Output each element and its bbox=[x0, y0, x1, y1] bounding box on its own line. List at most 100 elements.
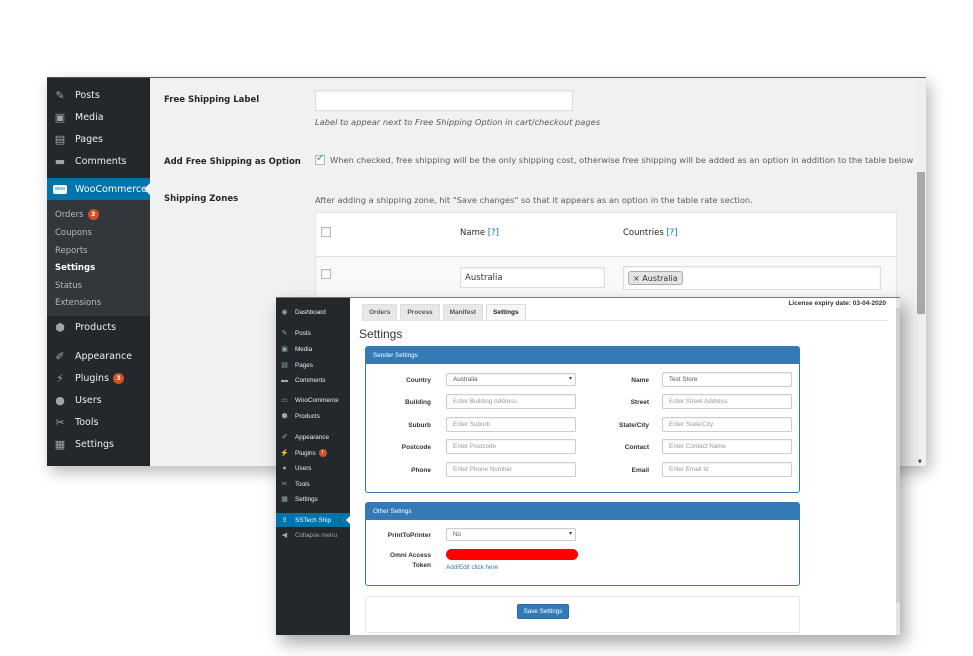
free-shipping-label-input[interactable] bbox=[315, 90, 573, 111]
state-city-input[interactable]: Enter State/City bbox=[662, 417, 792, 432]
sidebar-item-tools[interactable]: ✂ Tools bbox=[276, 477, 350, 491]
sidebar-item-media[interactable]: ▣ Media bbox=[276, 342, 350, 356]
street-input[interactable]: Enter Street Address bbox=[662, 394, 792, 409]
comment-icon: ▬ bbox=[54, 154, 66, 168]
contact-label: Contact bbox=[624, 444, 649, 451]
wrench-icon: ✂ bbox=[55, 415, 65, 429]
add-free-shipping-label: Add Free Shipping as Option bbox=[164, 157, 301, 167]
scrollbar-thumb[interactable] bbox=[917, 172, 925, 314]
print-to-printer-label: PrintToPrinter bbox=[387, 532, 431, 539]
zone-name-input[interactable]: Australia bbox=[460, 267, 605, 288]
chip-remove-icon[interactable]: × bbox=[633, 274, 640, 283]
add-free-shipping-description: When checked, free shipping will be the … bbox=[330, 155, 914, 165]
tab-orders[interactable]: Orders bbox=[362, 304, 398, 320]
email-input[interactable]: Enter Email Id bbox=[662, 462, 792, 477]
box-icon: ⬢ bbox=[55, 320, 65, 334]
sidebar-item-sstech-ship[interactable]: ⇪ SSTech Ship bbox=[276, 513, 350, 527]
building-input[interactable]: Enter Building Address bbox=[446, 394, 576, 409]
sidebar-item-comments[interactable]: ▬ Comments bbox=[276, 373, 350, 387]
plugin-tabs: Orders Process Manifest Settings bbox=[362, 304, 529, 320]
woocommerce-submenu: Orders 3 Coupons Reports Settings Status … bbox=[47, 200, 150, 316]
sidebar-item-pages[interactable]: ▤ Pages bbox=[276, 358, 350, 372]
add-edit-token-link[interactable]: Add/Edit click here bbox=[446, 564, 498, 571]
sidebar-item-appearance[interactable]: ✐ Appearance bbox=[47, 345, 150, 367]
media-icon: ▣ bbox=[281, 346, 288, 353]
woo-icon: woo bbox=[53, 184, 67, 194]
sidebar-item-settings[interactable]: ▦ Settings bbox=[276, 492, 350, 506]
row-checkbox[interactable] bbox=[321, 269, 331, 279]
tab-process[interactable]: Process bbox=[400, 304, 440, 320]
state-city-label: State/City bbox=[619, 422, 649, 429]
pin-icon: ✎ bbox=[281, 330, 288, 337]
sidebar-item-dashboard[interactable]: ◉ Dashboard bbox=[276, 305, 350, 319]
sidebar-item-media[interactable]: ▣ Media bbox=[47, 106, 150, 128]
free-shipping-label-description: Label to appear next to Free Shipping Op… bbox=[315, 117, 601, 127]
phone-label: Phone bbox=[411, 467, 431, 474]
sidebar-item-posts[interactable]: ✎ Posts bbox=[276, 326, 350, 340]
settings-icon: ▦ bbox=[281, 496, 288, 503]
postcode-input[interactable]: Enter Postcode bbox=[446, 439, 576, 454]
sidebar-item-plugins[interactable]: ⚡ Plugins 3 bbox=[47, 367, 150, 389]
sidebar-item-users[interactable]: ● Users bbox=[47, 389, 150, 411]
submenu-status[interactable]: Status bbox=[55, 281, 82, 291]
plug-icon: ⚡ bbox=[280, 450, 289, 457]
user-icon: ● bbox=[55, 393, 65, 407]
sidebar-item-woocommerce[interactable]: woo WooCommerce bbox=[47, 178, 150, 200]
sidebar-item-users[interactable]: ● Users bbox=[276, 461, 350, 475]
omni-access-token-label: Omni Access Token bbox=[390, 552, 431, 569]
other-settings-heading: Other Setings bbox=[366, 503, 799, 520]
suburb-input[interactable]: Enter Suburb bbox=[446, 417, 576, 432]
user-icon: ● bbox=[282, 464, 287, 472]
select-all-checkbox[interactable] bbox=[321, 227, 331, 237]
sidebar-item-plugins[interactable]: ⚡ Plugins! bbox=[276, 446, 350, 460]
sidebar-item-woocommerce[interactable]: ▭ WooCommerce bbox=[276, 393, 350, 407]
scrollbar-thumb[interactable] bbox=[896, 308, 900, 603]
sidebar-item-appearance[interactable]: ✐ Appearance bbox=[276, 430, 350, 444]
media-icon: ▣ bbox=[54, 110, 66, 124]
settings-icon: ▦ bbox=[54, 437, 66, 451]
tab-divider bbox=[362, 320, 888, 321]
submenu-orders[interactable]: Orders 3 bbox=[55, 209, 99, 220]
sidebar-item-tools[interactable]: ✂ Tools bbox=[47, 411, 150, 433]
sidebar-item-posts[interactable]: ✎ Posts bbox=[47, 84, 150, 106]
sender-settings-panel: Sender Settings Country Australia Buildi… bbox=[365, 346, 800, 493]
sidebar-item-pages[interactable]: ▤ Pages bbox=[47, 128, 150, 150]
brush-icon: ✐ bbox=[281, 434, 288, 441]
countries-help-link[interactable]: [?] bbox=[666, 228, 677, 238]
suburb-label: Suburb bbox=[408, 422, 431, 429]
save-settings-button[interactable]: Save Settings bbox=[517, 604, 569, 619]
plugins-update-badge: ! bbox=[318, 449, 327, 457]
pin-icon: ✎ bbox=[55, 88, 65, 102]
page-scrollbar[interactable] bbox=[896, 298, 900, 635]
collapse-menu-button[interactable]: ◀ Collapse menu bbox=[276, 528, 350, 542]
country-chip: × Australia bbox=[628, 271, 683, 285]
phone-input[interactable]: Enter Phone Number bbox=[446, 462, 576, 477]
submenu-extensions[interactable]: Extensions bbox=[55, 298, 101, 308]
building-label: Building bbox=[405, 399, 431, 406]
name-help-link[interactable]: [?] bbox=[488, 228, 499, 238]
sidebar-item-products[interactable]: ⬢ Products bbox=[276, 409, 350, 423]
country-label: Country bbox=[406, 377, 431, 384]
tab-manifest[interactable]: Manifest bbox=[442, 304, 483, 320]
contact-input[interactable]: Enter Contact Name bbox=[662, 439, 792, 454]
admin-sidebar: ◉ Dashboard ✎ Posts ▣ Media ▤ Pages ▬ Comment… bbox=[276, 298, 350, 635]
submenu-settings[interactable]: Settings bbox=[55, 263, 95, 273]
scroll-down-arrow-icon[interactable]: ▼ bbox=[918, 459, 922, 465]
email-label: Email bbox=[631, 467, 649, 474]
name-input[interactable]: Test Store bbox=[662, 372, 792, 387]
print-to-printer-select[interactable]: No bbox=[446, 528, 576, 541]
submenu-reports[interactable]: Reports bbox=[55, 246, 88, 256]
name-label: Name bbox=[631, 377, 649, 384]
collapse-icon: ◀ bbox=[281, 532, 288, 539]
license-expiry: License expiry date: 03-04-2020 bbox=[788, 300, 886, 307]
sidebar-item-comments[interactable]: ▬ Comments bbox=[47, 150, 150, 172]
add-free-shipping-checkbox[interactable] bbox=[315, 153, 325, 165]
tab-settings[interactable]: Settings bbox=[486, 304, 526, 320]
admin-sidebar: ✎ Posts ▣ Media ▤ Pages ▬ Comments woo WooCom… bbox=[47, 78, 150, 466]
zone-countries-select[interactable]: × Australia bbox=[623, 266, 881, 290]
submenu-coupons[interactable]: Coupons bbox=[55, 228, 92, 238]
sidebar-item-products[interactable]: ⬢ Products bbox=[47, 316, 150, 338]
country-select[interactable]: Australia bbox=[446, 373, 576, 386]
page-scrollbar[interactable]: ▼ bbox=[916, 78, 926, 466]
sidebar-item-settings[interactable]: ▦ Settings bbox=[47, 433, 150, 455]
